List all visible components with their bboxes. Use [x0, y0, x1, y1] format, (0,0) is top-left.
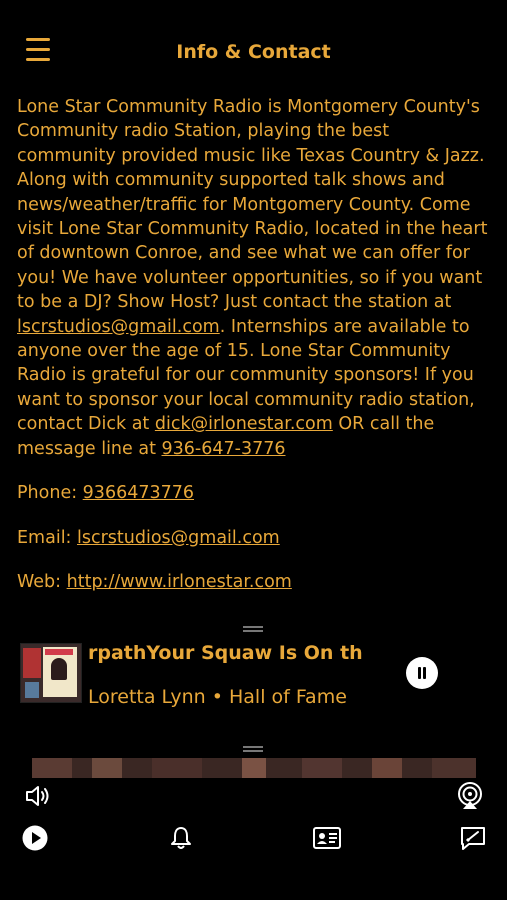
play-tab-icon[interactable]: [20, 823, 50, 853]
intro-text-1: Lone Star Community Radio is Montgomery …: [17, 97, 488, 313]
email-link[interactable]: lscrstudios@gmail.com: [77, 528, 280, 548]
message-tab-icon[interactable]: [458, 823, 488, 853]
contact-card-tab-icon[interactable]: [312, 823, 342, 853]
airplay-icon[interactable]: [455, 781, 485, 811]
dick-email-link[interactable]: dick@irlonestar.com: [155, 414, 333, 434]
web-label: Web:: [17, 571, 67, 592]
bell-tab-icon[interactable]: [166, 823, 196, 853]
track-title: rpathYour Squaw Is On th: [88, 642, 363, 664]
web-row: Web: http://www.irlonestar.com: [17, 570, 493, 594]
intro-paragraph: Lone Star Community Radio is Montgomery …: [17, 95, 493, 461]
volume-icon[interactable]: [23, 781, 53, 811]
phone-row: Phone: 9366473776: [17, 481, 493, 505]
video-preview: [32, 758, 476, 778]
video-drag-handle[interactable]: [243, 746, 263, 752]
album-art: [20, 643, 82, 703]
web-link[interactable]: http://www.irlonestar.com: [67, 572, 292, 592]
mini-player[interactable]: rpathYour Squaw Is On th Loretta Lynn • …: [0, 620, 507, 730]
page-title: Info & Contact: [176, 41, 331, 63]
bottom-bar: [0, 778, 507, 900]
info-content: Lone Star Community Radio is Montgomery …: [17, 95, 493, 614]
player-drag-handle[interactable]: [243, 626, 263, 632]
pause-icon[interactable]: [406, 657, 438, 689]
message-line-phone-link[interactable]: 936-647-3776: [162, 439, 286, 459]
studio-email-link[interactable]: lscrstudios@gmail.com: [17, 317, 220, 337]
phone-label: Phone:: [17, 483, 83, 504]
email-label: Email:: [17, 527, 78, 548]
track-artist-album: Loretta Lynn • Hall of Fame: [88, 686, 347, 708]
email-row: Email: lscrstudios@gmail.com: [17, 526, 493, 550]
header-bar: Info & Contact: [0, 0, 507, 100]
phone-link[interactable]: 9366473776: [83, 483, 194, 503]
